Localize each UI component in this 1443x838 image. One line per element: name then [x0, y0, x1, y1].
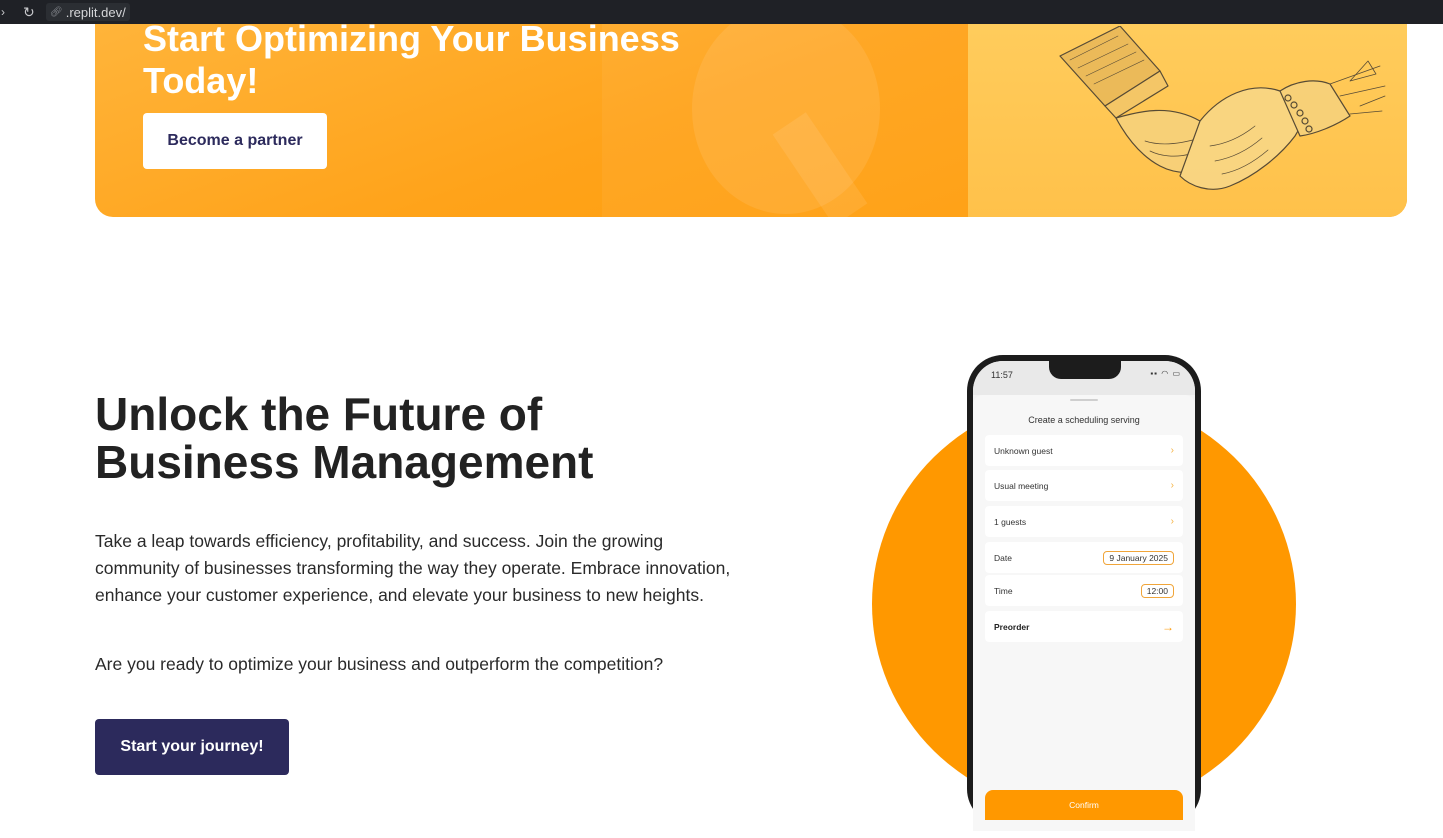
chevron-right-icon: ›	[1170, 516, 1174, 527]
confirm-button[interactable]: Confirm	[985, 790, 1183, 820]
row-label: Usual meeting	[994, 480, 1049, 491]
phone-notch	[1049, 361, 1121, 379]
sheet-title: Create a scheduling serving	[1028, 415, 1140, 425]
signal-wifi-battery-icon: ▪▪ ◠ ▭	[1150, 369, 1181, 378]
row-label: 1 guests	[994, 516, 1027, 527]
scheduling-sheet: Create a scheduling serving Unknown gues…	[973, 395, 1195, 831]
row-label: Time	[994, 585, 1013, 596]
link-icon: 🔗︎	[50, 6, 63, 18]
reload-icon[interactable]: ↻	[23, 4, 39, 21]
guest-count-row[interactable]: 1 guests ›	[985, 506, 1183, 537]
time-picker[interactable]: 12:00	[1140, 583, 1174, 598]
phone-mockup: 11:57 ▪▪ ◠ ▭ Create a scheduling serving…	[967, 355, 1201, 831]
start-journey-button[interactable]: Start your journey!	[95, 719, 289, 775]
phone-screen: 11:57 ▪▪ ◠ ▭ Create a scheduling serving…	[973, 361, 1195, 831]
row-label: Date	[994, 552, 1012, 563]
row-label: Preorder	[994, 621, 1030, 632]
banner-title: Start Optimizing Your Business Today!	[143, 24, 680, 101]
sheet-handle[interactable]	[1070, 399, 1098, 401]
cta-banner: Start Optimizing Your Business Today! Be…	[95, 24, 1407, 217]
hero-title: Unlock the Future of Business Management	[95, 388, 594, 488]
chevron-right-icon: ›	[1170, 480, 1174, 491]
forward-icon[interactable]: ›	[1, 5, 13, 19]
status-time: 11:57	[991, 370, 1013, 380]
become-partner-button[interactable]: Become a partner	[143, 113, 327, 169]
arrow-right-icon: →	[1162, 619, 1174, 634]
browser-toolbar: › ↻ 🔗︎ .replit.dev/	[0, 0, 1443, 24]
address-bar[interactable]: 🔗︎ .replit.dev/	[46, 3, 130, 21]
chevron-right-icon: ›	[1170, 445, 1174, 456]
date-row: Date 9 January 2025	[985, 542, 1183, 573]
preorder-row[interactable]: Preorder →	[985, 611, 1183, 642]
guest-type-row[interactable]: Unknown guest ›	[985, 435, 1183, 466]
time-row: Time 12:00	[985, 575, 1183, 606]
meeting-type-row[interactable]: Usual meeting ›	[985, 470, 1183, 501]
hero-description: Take a leap towards efficiency, profitab…	[95, 531, 731, 605]
row-label: Unknown guest	[994, 445, 1053, 456]
handshake-illustration	[1059, 26, 1386, 190]
date-picker[interactable]: 9 January 2025	[1103, 550, 1174, 565]
url-text: .replit.dev/	[65, 4, 126, 20]
hero-question: Are you ready to optimize your business …	[95, 654, 664, 674]
